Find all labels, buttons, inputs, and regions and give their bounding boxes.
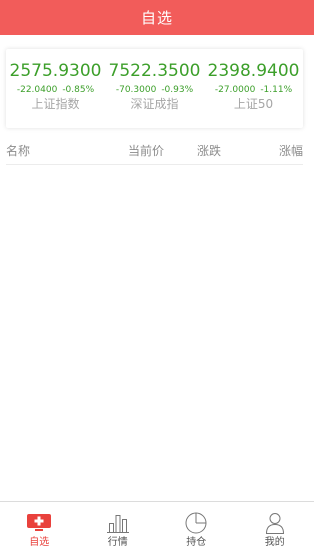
index-item-shanghai[interactable]: 2575.9300 -22.0400 -0.85% 上证指数 (6, 49, 105, 128)
tab-favorites[interactable]: 自选 (0, 502, 79, 550)
index-name: 上证指数 (31, 97, 80, 111)
column-price[interactable]: 当前价 (128, 142, 164, 159)
index-item-shenzhen[interactable]: 7522.3500 -70.3000 -0.93% 深证成指 (105, 49, 204, 128)
index-change: -27.0000 (214, 85, 256, 95)
tab-label: 行情 (107, 537, 128, 548)
column-change[interactable]: 涨跌 (197, 142, 221, 159)
tab-profile[interactable]: 我的 (236, 502, 315, 550)
market-index-panel: 2575.9300 -22.0400 -0.85% 上证指数 7522.3500 … (6, 49, 303, 128)
tab-label: 我的 (264, 537, 285, 548)
tab-holdings[interactable]: 持仓 (157, 502, 236, 550)
watchlist-header: 名称 当前价 涨跌 涨幅 (6, 141, 303, 165)
index-change-row: -22.0400 -0.85% (17, 84, 94, 96)
favorites-add-icon (27, 511, 52, 534)
tab-label: 持仓 (186, 537, 207, 548)
index-percent: -1.11% (260, 85, 293, 95)
index-percent: -0.85% (62, 85, 95, 95)
index-change-row: -70.3000 -0.93% (116, 84, 193, 96)
page-title: 自选 (140, 9, 173, 27)
bottom-tab-bar: 自选 行情 持仓 我的 (0, 501, 314, 550)
index-item-sse50[interactable]: 2398.9400 -27.0000 -1.11% 上证50 (204, 49, 303, 128)
index-name: 上证50 (233, 97, 274, 111)
index-name: 深证成指 (130, 97, 179, 111)
index-value: 2575.9300 (9, 61, 102, 81)
tab-label: 自选 (29, 537, 50, 548)
index-change: -22.0400 (16, 85, 58, 95)
column-name[interactable]: 名称 (6, 142, 30, 159)
tab-market[interactable]: 行情 (79, 502, 158, 550)
index-value: 7522.3500 (108, 61, 201, 81)
index-value: 2398.9400 (207, 61, 300, 81)
index-change-row: -27.0000 -1.11% (215, 84, 292, 96)
top-bar: 自选 (0, 0, 314, 35)
index-percent: -0.93% (161, 85, 194, 95)
bar-chart-icon (106, 511, 130, 534)
pie-chart-icon (184, 511, 208, 534)
column-percent[interactable]: 涨幅 (279, 142, 303, 159)
index-change: -70.3000 (115, 85, 157, 95)
user-icon (263, 511, 287, 534)
